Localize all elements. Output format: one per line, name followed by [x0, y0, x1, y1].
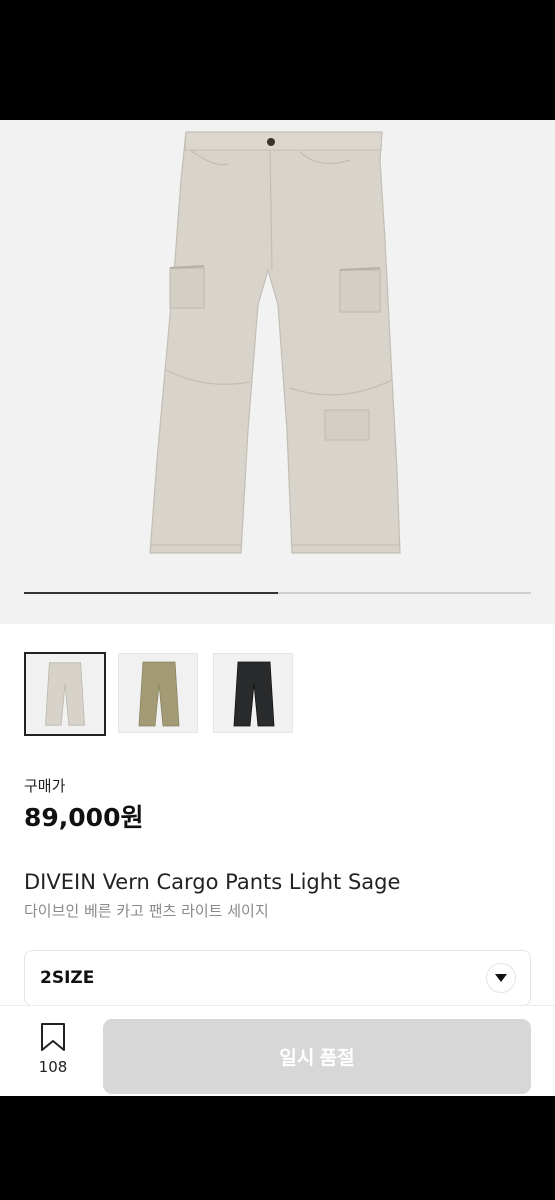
- product-image: [149, 131, 401, 554]
- pants-thumbnail-image: [138, 661, 180, 727]
- thumbnail-black[interactable]: [213, 653, 293, 733]
- bookmark-icon: [41, 1023, 65, 1051]
- product-name-en: DIVEIN Vern Cargo Pants Light Sage: [24, 870, 401, 894]
- product-screen: 구매가 89,000원 DIVEIN Vern Cargo Pants Ligh…: [0, 120, 555, 1096]
- product-name-ko: 다이브인 베른 카고 팬츠 라이트 세이지: [24, 902, 269, 920]
- sold-out-button[interactable]: 일시 품절: [103, 1019, 531, 1094]
- thumbnail-olive[interactable]: [118, 653, 198, 733]
- carousel-progress-bar: [24, 592, 531, 594]
- thumbnail-light-sage[interactable]: [24, 652, 106, 736]
- price-label: 구매가: [24, 777, 66, 795]
- size-select[interactable]: 2SIZE: [24, 950, 531, 1006]
- pants-thumbnail-image: [233, 661, 275, 727]
- bottom-action-bar: 108 일시 품절: [0, 1005, 555, 1096]
- wishlist-count: 108: [38, 1058, 68, 1076]
- size-select-value: 2SIZE: [40, 968, 95, 988]
- pants-thumbnail-image: [45, 662, 85, 726]
- chevron-down-icon[interactable]: [486, 963, 516, 993]
- product-image-carousel[interactable]: [0, 120, 555, 624]
- wishlist-button[interactable]: 108: [28, 1022, 78, 1082]
- price-value: 89,000원: [24, 803, 144, 832]
- carousel-progress-fill: [24, 592, 278, 594]
